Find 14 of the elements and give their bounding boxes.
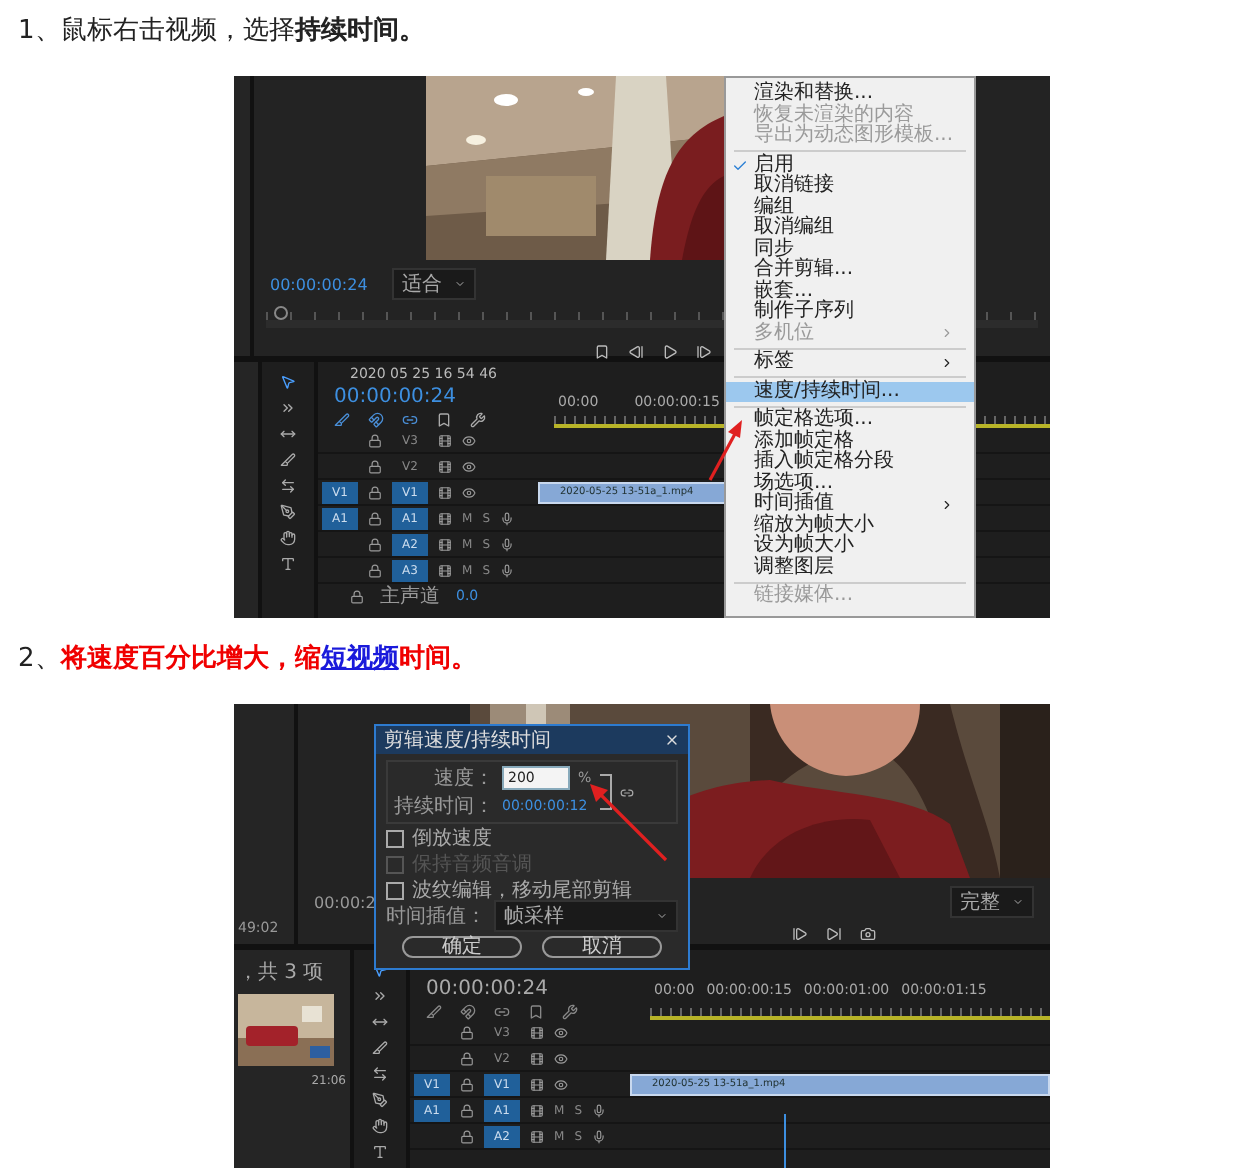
step-instruction: 2、将速度百分比增大，缩短视频时间。 bbox=[18, 641, 479, 678]
step-instruction: 1、鼠标右击视频，选择持续时间。 bbox=[18, 14, 427, 50]
item-count: ，共 3 项 bbox=[238, 959, 326, 986]
checkbox-label: 倒放速度 bbox=[412, 825, 492, 852]
dialog-title: 剪辑速度/持续时间 bbox=[384, 727, 551, 754]
master-track-label: 主声道 bbox=[380, 583, 440, 610]
timeline-timecode: 00:00:00:24 bbox=[426, 978, 551, 1000]
duration-label: 持续时间： bbox=[394, 793, 494, 820]
playhead-timecode: 00:00:00:24 bbox=[270, 275, 368, 293]
checkbox-label: 波纹编辑，移动尾部剪辑 bbox=[412, 877, 632, 904]
interpolation-label: 时间插值： bbox=[386, 903, 486, 930]
timeline-timecode: 00:00:00:24 bbox=[334, 386, 459, 408]
speed-label: 速度： bbox=[434, 765, 494, 792]
playhead-timecode: 00:00:2 bbox=[314, 893, 376, 911]
